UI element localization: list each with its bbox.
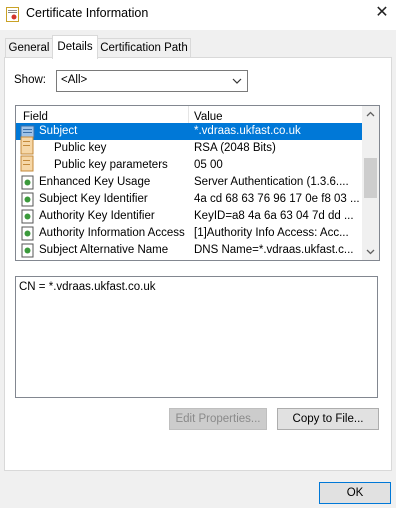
- edit-properties-button[interactable]: Edit Properties...: [169, 408, 267, 430]
- extension-icon: [21, 175, 34, 190]
- extension-icon: [21, 226, 34, 241]
- field-list[interactable]: Field Value Subject *.vdraas.ukfast.co.u…: [15, 105, 380, 261]
- row-value: KeyID=a8 4a 6a 63 04 7d dd ...: [194, 210, 354, 222]
- row-field: Authority Key Identifier: [39, 210, 155, 222]
- list-scrollbar[interactable]: [362, 106, 379, 260]
- row-value: 4a cd 68 63 76 96 17 0e f8 03 ...: [194, 193, 360, 205]
- list-row-authority-information-access[interactable]: Authority Information Access [1]Authorit…: [16, 225, 368, 242]
- row-field: Enhanced Key Usage: [39, 176, 151, 188]
- close-button[interactable]: ✕: [368, 0, 396, 28]
- field-detail-text: CN = *.vdraas.ukfast.co.uk: [19, 281, 156, 293]
- row-value: *.vdraas.ukfast.co.uk: [194, 125, 301, 137]
- list-row-subject-alternative-name[interactable]: Subject Alternative Name DNS Name=*.vdra…: [16, 242, 368, 259]
- show-label: Show:: [14, 74, 46, 86]
- chevron-down-icon: [232, 78, 242, 84]
- extension-icon: [21, 192, 34, 207]
- show-dropdown[interactable]: <All>: [56, 70, 248, 92]
- extension-icon: [21, 243, 34, 258]
- close-icon: ✕: [375, 4, 389, 21]
- scroll-up-arrow-icon[interactable]: [362, 106, 379, 123]
- field-detail-textbox[interactable]: CN = *.vdraas.ukfast.co.uk: [15, 276, 378, 398]
- window-title: Certificate Information: [26, 6, 149, 20]
- title-bar: Certificate Information ✕: [0, 0, 396, 30]
- row-field: Public key: [54, 142, 107, 154]
- column-header-value[interactable]: Value: [194, 111, 223, 123]
- list-row-authority-key-identifier[interactable]: Authority Key Identifier KeyID=a8 4a 6a …: [16, 208, 368, 225]
- list-row-enhanced-key-usage[interactable]: Enhanced Key Usage Server Authentication…: [16, 174, 368, 191]
- list-row-public-key[interactable]: Public key RSA (2048 Bits): [16, 136, 368, 157]
- scroll-thumb[interactable]: [364, 158, 377, 198]
- tab-details[interactable]: Details: [52, 35, 98, 59]
- document-icon: [20, 136, 34, 155]
- row-value: 05 00: [194, 159, 223, 171]
- extension-icon: [21, 209, 34, 224]
- details-panel: Show: <All> Field Value Subject *.vdraas…: [4, 57, 392, 471]
- row-value: DNS Name=*.vdraas.ukfast.c...: [194, 244, 354, 256]
- tab-general[interactable]: General: [5, 38, 53, 58]
- list-row-subject-key-identifier[interactable]: Subject Key Identifier 4a cd 68 63 76 96…: [16, 191, 368, 208]
- column-header-field[interactable]: Field: [23, 111, 48, 123]
- row-field: Public key parameters: [54, 159, 168, 171]
- copy-to-file-button[interactable]: Copy to File...: [277, 408, 379, 430]
- list-row-public-key-parameters[interactable]: Public key parameters 05 00: [16, 155, 368, 174]
- row-field: Authority Information Access: [39, 227, 185, 239]
- document-icon: [20, 155, 34, 172]
- row-value: RSA (2048 Bits): [194, 142, 276, 154]
- row-field: Subject Key Identifier: [39, 193, 148, 205]
- row-value: Server Authentication (1.3.6....: [194, 176, 349, 188]
- tab-certification-path[interactable]: Certification Path: [97, 38, 191, 58]
- scroll-down-arrow-icon[interactable]: [362, 243, 379, 260]
- row-field: Subject: [39, 125, 78, 137]
- row-value: [1]Authority Info Access: Acc...: [194, 227, 349, 239]
- show-dropdown-value: <All>: [61, 74, 88, 86]
- list-row-subject[interactable]: Subject *.vdraas.ukfast.co.uk: [16, 123, 368, 140]
- row-field: Subject Alternative Name: [39, 244, 169, 256]
- certificate-icon: [6, 7, 19, 22]
- ok-button[interactable]: OK: [319, 482, 391, 504]
- tab-strip: General Details Certification Path: [0, 30, 396, 59]
